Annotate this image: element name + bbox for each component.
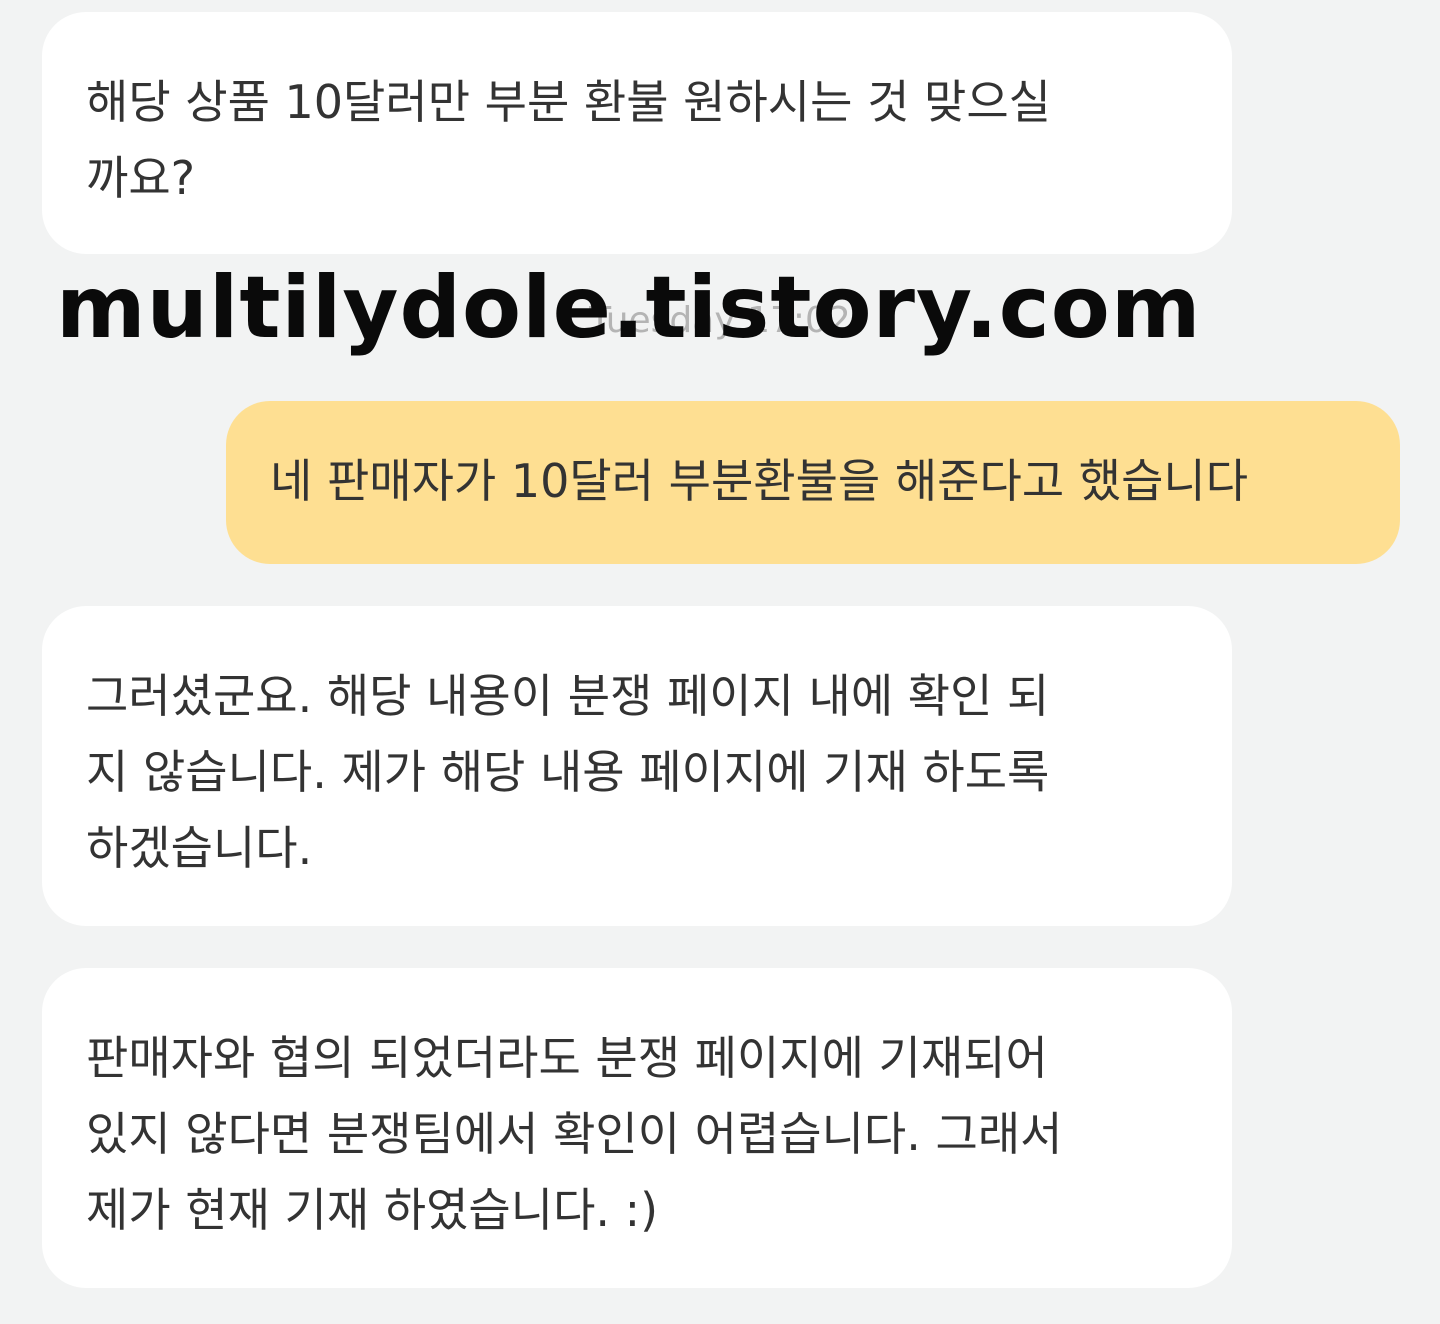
message-text: 판매자와 협의 되었더라도 분쟁 페이지에 기재되어 bbox=[86, 1031, 1048, 1085]
message-bubble-agent: 판매자와 협의 되었더라도 분쟁 페이지에 기재되어 있지 않다면 분쟁팀에서 … bbox=[42, 968, 1232, 1288]
message-bubble-agent: 해당 상품 10달러만 부분 환불 원하시는 것 맞으실 까요? bbox=[42, 12, 1232, 254]
message-text: 있지 않다면 분쟁팀에서 확인이 어렵습니다. 그래서 bbox=[86, 1107, 1063, 1161]
message-text: 지 않습니다. 제가 해당 내용 페이지에 기재 하도록 bbox=[86, 745, 1050, 799]
watermark-text: multilydole.tistory.com bbox=[56, 258, 1202, 358]
message-text: 해당 상품 10달러만 부분 환불 원하시는 것 맞으실 bbox=[86, 75, 1051, 129]
message-text: 제가 현재 기재 하였습니다. :) bbox=[86, 1183, 659, 1237]
message-bubble-agent: 그러셨군요. 해당 내용이 분쟁 페이지 내에 확인 되 지 않습니다. 제가 … bbox=[42, 606, 1232, 926]
message-text: 네 판매자가 10달러 부분환불을 해준다고 했습니다 bbox=[270, 454, 1249, 508]
message-text: 까요? bbox=[86, 151, 196, 205]
message-text: 하겠습니다. bbox=[86, 821, 313, 875]
message-text: 그러셨군요. 해당 내용이 분쟁 페이지 내에 확인 되 bbox=[86, 669, 1050, 723]
message-bubble-user: 네 판매자가 10달러 부분환불을 해준다고 했습니다 bbox=[226, 401, 1400, 564]
